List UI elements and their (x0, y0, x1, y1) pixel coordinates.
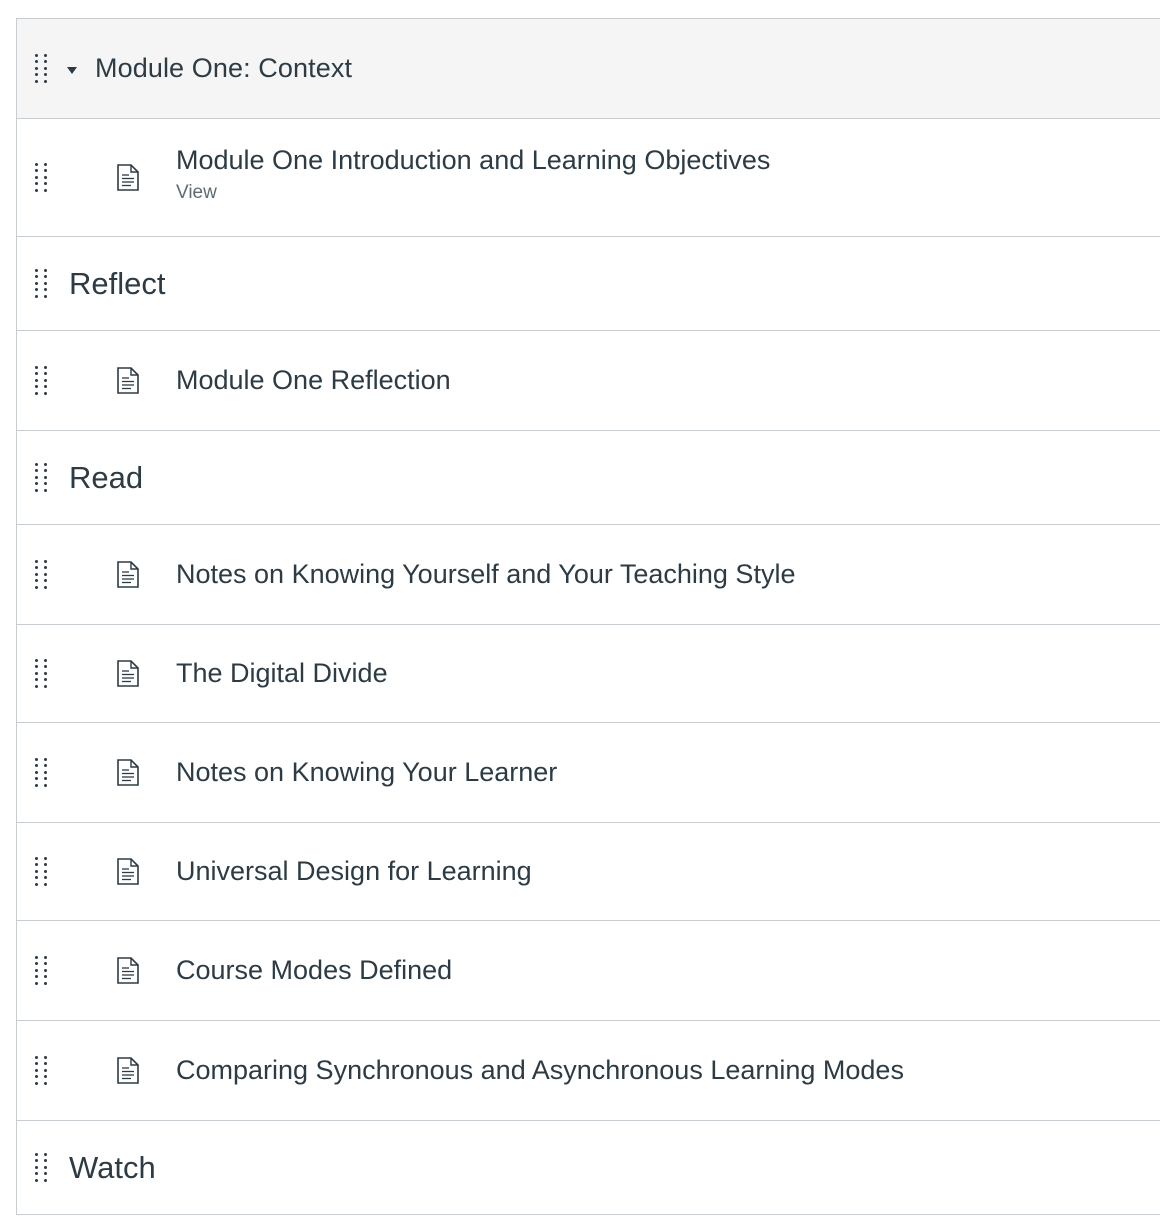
document-icon (117, 1057, 139, 1084)
module-container: Module One: Context Module One Introduct… (16, 18, 1160, 1215)
module-item-title[interactable]: The Digital Divide (176, 658, 388, 689)
drag-handle-icon[interactable] (35, 955, 49, 986)
drag-handle-icon[interactable] (35, 757, 49, 788)
document-icon (117, 660, 139, 687)
module-item[interactable]: Universal Design for Learning (17, 823, 1160, 921)
text-header-label: Reflect (69, 265, 166, 301)
drag-handle-icon[interactable] (35, 53, 49, 84)
module-item-title[interactable]: Universal Design for Learning (176, 856, 532, 887)
module-item-title[interactable]: Module One Introduction and Learning Obj… (176, 145, 770, 176)
caret-down-icon[interactable] (67, 66, 77, 74)
text-header-label: Watch (69, 1149, 156, 1185)
drag-handle-icon[interactable] (35, 462, 49, 493)
drag-handle-icon[interactable] (35, 268, 49, 299)
document-icon (117, 759, 139, 786)
module-item[interactable]: Notes on Knowing Yourself and Your Teach… (17, 525, 1160, 625)
module-item[interactable]: Module One Introduction and Learning Obj… (17, 119, 1160, 237)
module-title[interactable]: Module One: Context (95, 53, 352, 84)
module-item[interactable]: The Digital Divide (17, 625, 1160, 723)
module-item-title[interactable]: Course Modes Defined (176, 955, 452, 986)
drag-handle-icon[interactable] (35, 1152, 49, 1183)
document-icon (117, 561, 139, 588)
module-item-title[interactable]: Notes on Knowing Yourself and Your Teach… (176, 559, 795, 590)
text-header-label: Read (69, 459, 144, 495)
module-item[interactable]: Course Modes Defined (17, 921, 1160, 1021)
module-header[interactable]: Module One: Context (17, 19, 1160, 119)
drag-handle-icon[interactable] (35, 658, 49, 689)
module-item[interactable]: Module One Reflection (17, 331, 1160, 431)
module-item-subtitle: View (176, 182, 217, 203)
text-header-row[interactable]: Read (17, 431, 1160, 525)
drag-handle-icon[interactable] (35, 559, 49, 590)
module-item-title[interactable]: Comparing Synchronous and Asynchronous L… (176, 1055, 904, 1086)
drag-handle-icon[interactable] (35, 1055, 49, 1086)
text-header-row[interactable]: Reflect (17, 237, 1160, 331)
drag-handle-icon[interactable] (35, 856, 49, 887)
module-item[interactable]: Notes on Knowing Your Learner (17, 723, 1160, 823)
document-icon (117, 164, 139, 191)
document-icon (117, 367, 139, 394)
document-icon (117, 858, 139, 885)
drag-handle-icon[interactable] (35, 365, 49, 396)
text-header-row[interactable]: Watch (17, 1121, 1160, 1215)
module-item-title[interactable]: Module One Reflection (176, 365, 451, 396)
module-item-title[interactable]: Notes on Knowing Your Learner (176, 757, 557, 788)
module-item[interactable]: Comparing Synchronous and Asynchronous L… (17, 1021, 1160, 1121)
document-icon (117, 957, 139, 984)
drag-handle-icon[interactable] (35, 162, 49, 193)
